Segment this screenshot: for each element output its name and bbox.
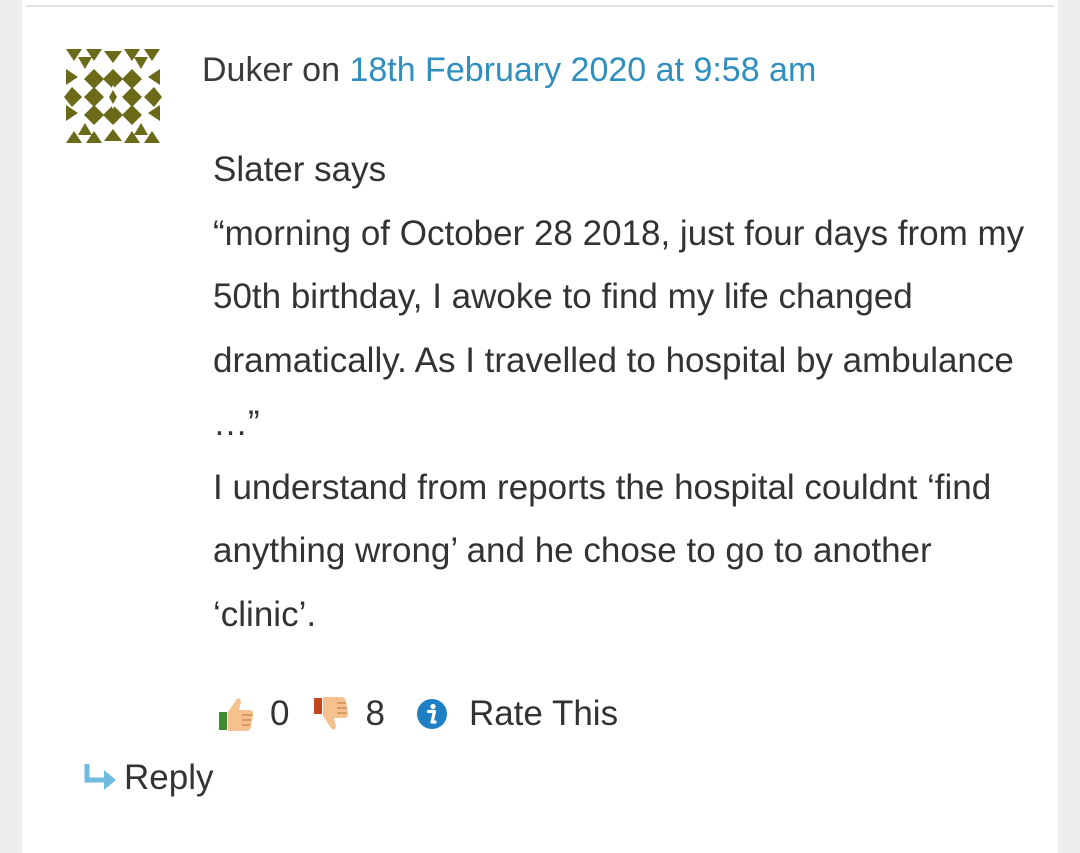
comment-on-text: on: [302, 51, 340, 89]
reply-link[interactable]: Reply: [84, 758, 213, 798]
thumbs-down-icon[interactable]: [311, 694, 351, 734]
comment-paragraph: I understand from reports the hospital c…: [213, 467, 992, 634]
rate-this-link[interactable]: Rate This: [469, 694, 618, 734]
avatar: [64, 49, 162, 143]
rating-bar: 0 8 Rate This: [216, 686, 618, 742]
like-count: 0: [270, 694, 290, 733]
comment-meta: Duker on 18th February 2020 at 9:58 am: [202, 50, 816, 90]
comment-paragraph: “morning of October 28 2018, just four d…: [213, 213, 1025, 444]
comment-author[interactable]: Duker: [202, 51, 293, 89]
comment-paragraph: Slater says: [213, 150, 387, 189]
comment-body: Slater says “morning of October 28 2018,…: [213, 138, 1043, 646]
comment-date-link[interactable]: 18th February 2020 at 9:58 am: [349, 51, 816, 89]
info-icon[interactable]: [415, 697, 449, 731]
reply-arrow-icon: [84, 764, 118, 792]
thumbs-up-icon[interactable]: [216, 694, 256, 734]
top-divider: [26, 5, 1054, 7]
dislike-count: 8: [365, 694, 385, 733]
reply-label[interactable]: Reply: [124, 758, 213, 798]
